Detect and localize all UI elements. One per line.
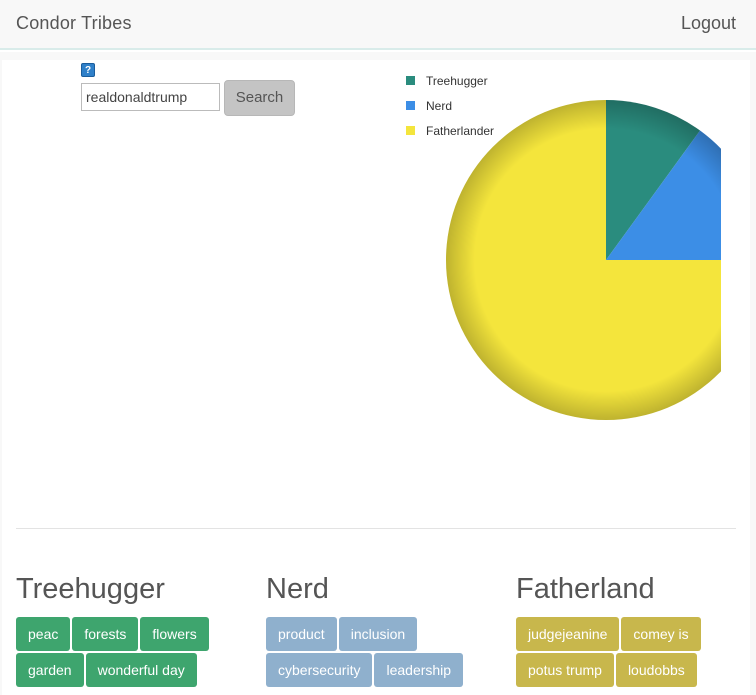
tag-chip[interactable]: potus trump [516, 653, 614, 687]
tag-chip[interactable]: leadership [374, 653, 464, 687]
tag-chip[interactable]: garden [16, 653, 84, 687]
tag-chip[interactable]: loudobbs [615, 653, 697, 687]
tag-list: product inclusion cybersecurity leadership [266, 617, 506, 689]
tribe-title: Treehugger [16, 573, 165, 605]
legend-swatch [406, 76, 415, 85]
legend-label: Treehugger [426, 73, 488, 88]
tag-chip[interactable]: flowers [140, 617, 209, 651]
tag-chip[interactable]: product [266, 617, 337, 651]
section-divider [16, 528, 736, 529]
search-button[interactable]: Search [224, 80, 295, 116]
help-icon[interactable]: ? [81, 63, 95, 77]
pie-chart-viewport [440, 92, 721, 427]
tribe-nerd: Nerd product inclusion cybersecurity leader… [266, 572, 506, 689]
tag-chip[interactable]: peac [16, 617, 71, 651]
tag-chip[interactable]: judgejeanine [516, 617, 620, 651]
legend-swatch [406, 101, 415, 110]
logout-link[interactable]: Logout [681, 13, 736, 34]
tribe-fatherland: Fatherland judgejeanine comey is potus tru… [516, 572, 746, 689]
tribe-title: Fatherland [516, 573, 655, 605]
search-input[interactable] [81, 83, 220, 111]
tag-list: judgejeanine comey is potus trump loudobbs [516, 617, 746, 689]
brand-title[interactable]: Condor Tribes [16, 13, 132, 34]
tag-chip[interactable]: forests [72, 617, 139, 651]
tag-chip[interactable]: cybersecurity [266, 653, 373, 687]
navbar: Condor Tribes Logout [0, 0, 756, 50]
tribe-treehugger: Treehugger peac forests flowers garden wonde… [16, 572, 256, 689]
legend-item-treehugger[interactable]: Treehugger [406, 68, 494, 93]
tag-chip[interactable]: comey is [621, 617, 701, 651]
tag-chip[interactable]: inclusion [338, 617, 418, 651]
tag-list: peac forests flowers garden wonderful day [16, 617, 256, 689]
tribe-title: Nerd [266, 573, 329, 605]
legend-swatch [406, 126, 415, 135]
pie-chart [446, 100, 721, 420]
tag-chip[interactable]: wonderful day [85, 653, 197, 687]
